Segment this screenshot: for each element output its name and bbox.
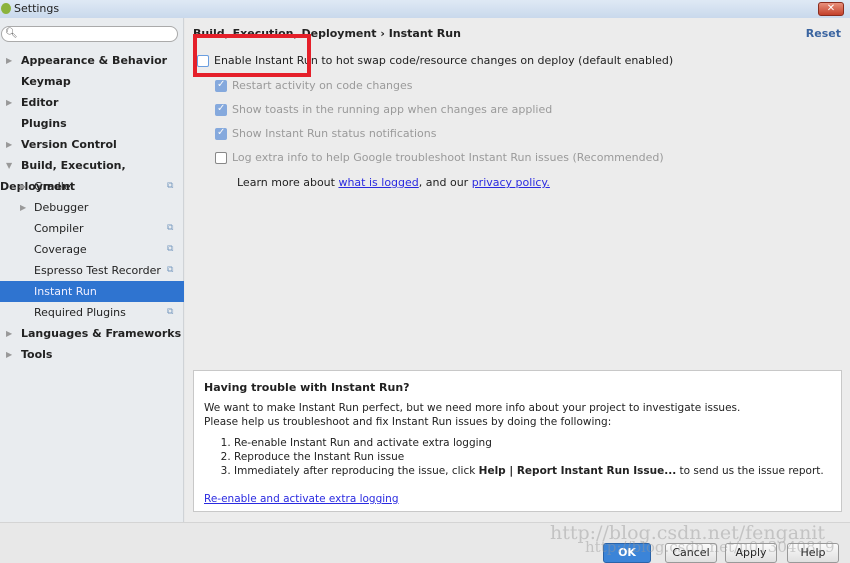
search-icon: 🔍︎: [5, 28, 18, 39]
sidebar-item-gradle[interactable]: ▶ Gradle ⧉: [0, 176, 184, 197]
info-title: Having trouble with Instant Run?: [204, 381, 410, 394]
what-is-logged-link[interactable]: what is logged: [338, 176, 418, 189]
button-bar: OK Cancel Apply Help: [0, 522, 850, 563]
expand-arrow-icon: ▶: [6, 98, 13, 107]
sidebar-item-coverage[interactable]: Coverage ⧉: [0, 239, 184, 260]
sidebar-item-instant-run[interactable]: Instant Run: [0, 281, 184, 302]
checkbox[interactable]: [215, 103, 227, 116]
expand-arrow-icon: ▶: [20, 203, 27, 212]
sidebar-item-appearance[interactable]: ▶ Appearance & Behavior: [0, 50, 184, 71]
sidebar-item-editor[interactable]: ▶ Editor: [0, 92, 184, 113]
reset-link[interactable]: Reset: [806, 27, 841, 40]
list-item: Immediately after reproducing the issue,…: [234, 464, 831, 478]
trouble-info-box: Having trouble with Instant Run? We want…: [193, 370, 842, 512]
sidebar-item-keymap[interactable]: Keymap: [0, 71, 184, 92]
sidebar-item-tools[interactable]: ▶ Tools: [0, 344, 184, 365]
list-item: Reproduce the Instant Run issue: [234, 450, 831, 464]
info-text: We want to make Instant Run perfect, but…: [204, 402, 741, 414]
list-item: Re-enable Instant Run and activate extra…: [234, 436, 831, 450]
expand-arrow-icon: ▶: [6, 56, 13, 65]
steps-list: Re-enable Instant Run and activate extra…: [234, 436, 831, 478]
collapse-arrow-icon: ▼: [6, 161, 13, 170]
sidebar-item-espresso[interactable]: Espresso Test Recorder ⧉: [0, 260, 184, 281]
sidebar-item-languages[interactable]: ▶ Languages & Frameworks: [0, 323, 184, 344]
android-studio-icon: [1, 3, 11, 14]
sidebar-item-build[interactable]: ▼ Build, Execution, Deployment: [0, 155, 184, 193]
sidebar-item-required-plugins[interactable]: Required Plugins ⧉: [0, 302, 184, 323]
expand-arrow-icon: ▶: [6, 140, 13, 149]
privacy-policy-link[interactable]: privacy policy.: [472, 176, 550, 189]
apply-button[interactable]: Apply: [725, 543, 777, 563]
reenable-logging-link[interactable]: Re-enable and activate extra logging: [204, 493, 399, 505]
show-toasts-checkbox[interactable]: Show toasts in the running app when chan…: [215, 103, 552, 116]
project-settings-icon: ⧉: [167, 265, 174, 275]
log-extra-info-checkbox[interactable]: Log extra info to help Google troublesho…: [215, 151, 664, 164]
help-button[interactable]: Help: [787, 543, 839, 563]
project-settings-icon: ⧉: [167, 244, 174, 254]
checkbox[interactable]: [215, 127, 227, 140]
search-input[interactable]: 🔍︎: [1, 26, 178, 42]
expand-arrow-icon: ▶: [6, 350, 13, 359]
ok-button[interactable]: OK: [603, 543, 651, 563]
settings-sidebar: 🔍︎ ▶ Appearance & Behavior Keymap ▶ Editor…: [0, 18, 184, 522]
info-text: Please help us troubleshoot and fix Inst…: [204, 416, 612, 428]
sidebar-item-version-control[interactable]: ▶ Version Control: [0, 134, 184, 155]
sidebar-item-compiler[interactable]: Compiler ⧉: [0, 218, 184, 239]
project-settings-icon: ⧉: [167, 307, 174, 317]
close-button[interactable]: ✕: [818, 2, 844, 16]
project-settings-icon: ⧉: [167, 181, 174, 191]
checkbox[interactable]: [215, 79, 227, 92]
expand-arrow-icon: ▶: [20, 182, 27, 191]
restart-activity-checkbox[interactable]: Restart activity on code changes: [215, 79, 413, 92]
sidebar-item-debugger[interactable]: ▶ Debugger: [0, 197, 184, 218]
window-title: Settings: [14, 2, 60, 15]
highlight-annotation-box: [193, 34, 311, 77]
checkbox[interactable]: [215, 151, 227, 164]
cancel-button[interactable]: Cancel: [665, 543, 717, 563]
sidebar-item-plugins[interactable]: Plugins: [0, 113, 184, 134]
title-bar: Settings ✕: [0, 0, 850, 18]
learn-more-text: Learn more about what is logged, and our…: [237, 176, 550, 189]
expand-arrow-icon: ▶: [6, 329, 13, 338]
status-notifications-checkbox[interactable]: Show Instant Run status notifications: [215, 127, 436, 140]
project-settings-icon: ⧉: [167, 223, 174, 233]
